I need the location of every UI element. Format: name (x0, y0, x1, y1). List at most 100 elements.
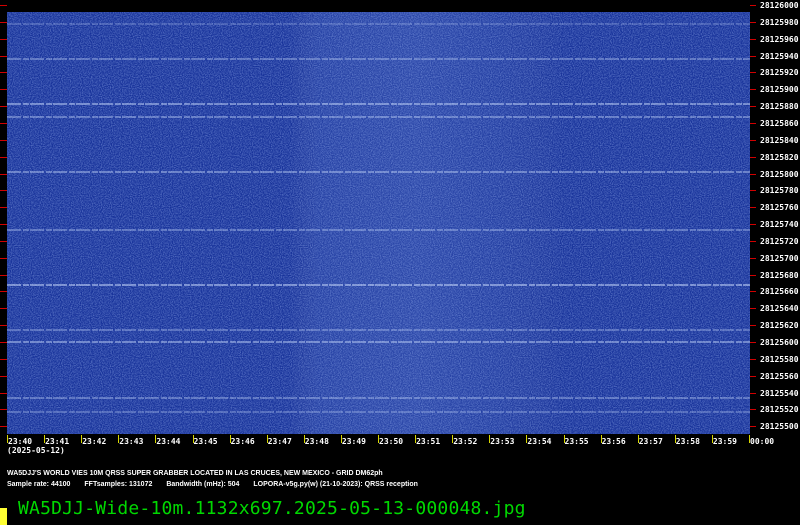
frequency-label: 28125980 (760, 17, 799, 27)
left-tick (0, 274, 7, 276)
frequency-tick (750, 325, 756, 327)
left-tick (0, 257, 7, 259)
left-tick (0, 291, 7, 293)
frequency-tick (750, 21, 756, 23)
left-tick (0, 89, 7, 91)
time-tick (303, 435, 305, 443)
frequency-tick (750, 392, 756, 394)
time-label: 23:55 (564, 437, 589, 446)
left-tick (0, 21, 7, 23)
frequency-label: 28125860 (760, 118, 799, 128)
time-tick (674, 435, 676, 443)
left-tick (0, 122, 7, 124)
left-tick (0, 240, 7, 242)
time-label: 00:00 (750, 437, 775, 446)
frequency-tick (750, 72, 756, 74)
frequency-label: 28125500 (760, 422, 799, 432)
frequency-label: 28125680 (760, 270, 799, 280)
frequency-tick (750, 375, 756, 377)
frequency-tick (750, 308, 756, 310)
frequency-tick (750, 190, 756, 192)
frequency-tick (750, 426, 756, 428)
frequency-label: 28125660 (760, 287, 799, 297)
time-tick (340, 435, 342, 443)
corner-marker (0, 508, 7, 525)
left-tick (0, 139, 7, 141)
time-label: 23:45 (193, 437, 218, 446)
left-tick (0, 392, 7, 394)
frequency-label: 28125600 (760, 338, 799, 347)
time-tick (600, 435, 602, 443)
time-tick (637, 435, 639, 443)
frequency-tick (750, 257, 756, 259)
time-label: 23:48 (304, 437, 329, 446)
time-label: 23:47 (267, 437, 292, 446)
time-tick (378, 435, 379, 443)
left-tick (0, 173, 7, 175)
frequency-tick (750, 291, 756, 293)
time-label: 23:43 (119, 437, 144, 446)
time-tick (452, 435, 454, 443)
time-tick (489, 435, 491, 443)
left-tick (0, 38, 7, 40)
left-tick (0, 358, 7, 360)
frequency-tick (750, 173, 756, 175)
frequency-tick (750, 207, 756, 209)
frequency-label: 28125620 (760, 321, 799, 331)
frequency-tick (750, 55, 756, 57)
time-tick (415, 435, 417, 443)
time-tick (7, 435, 8, 443)
frequency-label: 28125520 (760, 405, 799, 415)
time-tick (44, 435, 46, 443)
frequency-label: 28125580 (760, 354, 799, 364)
time-label: 23:56 (601, 437, 626, 446)
left-tick (0, 72, 7, 74)
frequency-tick (750, 106, 756, 108)
time-label: 23:51 (416, 437, 441, 446)
time-label: 23:57 (638, 437, 663, 446)
frequency-tick (750, 274, 756, 276)
time-label: 23:59 (712, 437, 737, 446)
frequency-label: 28125740 (760, 220, 799, 230)
time-tick (155, 435, 157, 443)
frequency-label: 28125800 (760, 169, 799, 179)
time-label: 23:46 (230, 437, 255, 446)
left-tick (0, 5, 7, 6)
left-tick (0, 207, 7, 209)
frequency-tick (750, 139, 756, 141)
frequency-label: 28125760 (760, 203, 799, 213)
frequency-label: 28125820 (760, 152, 799, 162)
time-label: 23:53 (490, 437, 515, 446)
time-tick (711, 435, 713, 443)
frequency-tick (750, 89, 756, 91)
frequency-tick (750, 240, 756, 242)
frequency-label: 28125960 (760, 34, 799, 44)
time-tick (266, 435, 268, 443)
left-tick (0, 409, 7, 411)
frequency-tick (750, 156, 756, 158)
spectrogram-waterfall (7, 12, 750, 434)
grabber-image: 28126000 28125980 28125960 28125940 28125920… (0, 0, 800, 525)
left-tick (0, 426, 7, 428)
station-info-line: WA5DJJ'S WORLD VIES 10M QRSS SUPER GRABB… (7, 470, 383, 477)
left-tick (0, 308, 7, 310)
reception-parameters: Sample rate: 44100 FFTsamples: 131072 Ba… (7, 480, 430, 489)
software-param: LOPORA-v5g.py(w) (21-10-2023): QRSS rece… (253, 481, 418, 488)
image-filename: WA5DJJ-Wide-10m.1132x697.2025-05-13-0000… (18, 498, 526, 519)
frequency-label: 28126000 (760, 1, 799, 10)
time-tick (563, 435, 565, 443)
date-label: (2025-05-12) (7, 446, 65, 455)
bandwidth-param: Bandwidth (mHz): 504 (166, 481, 240, 488)
frequency-tick (750, 122, 756, 124)
time-label: 23:42 (82, 437, 107, 446)
left-tick (0, 325, 7, 327)
frequency-tick (750, 5, 756, 6)
frequency-label: 28125940 (760, 51, 799, 61)
time-tick (229, 435, 231, 443)
time-label: 23:49 (341, 437, 366, 446)
left-tick (0, 342, 7, 343)
time-tick (526, 435, 528, 443)
time-label: 23:52 (453, 437, 478, 446)
frequency-tick (750, 342, 756, 343)
left-tick (0, 55, 7, 57)
